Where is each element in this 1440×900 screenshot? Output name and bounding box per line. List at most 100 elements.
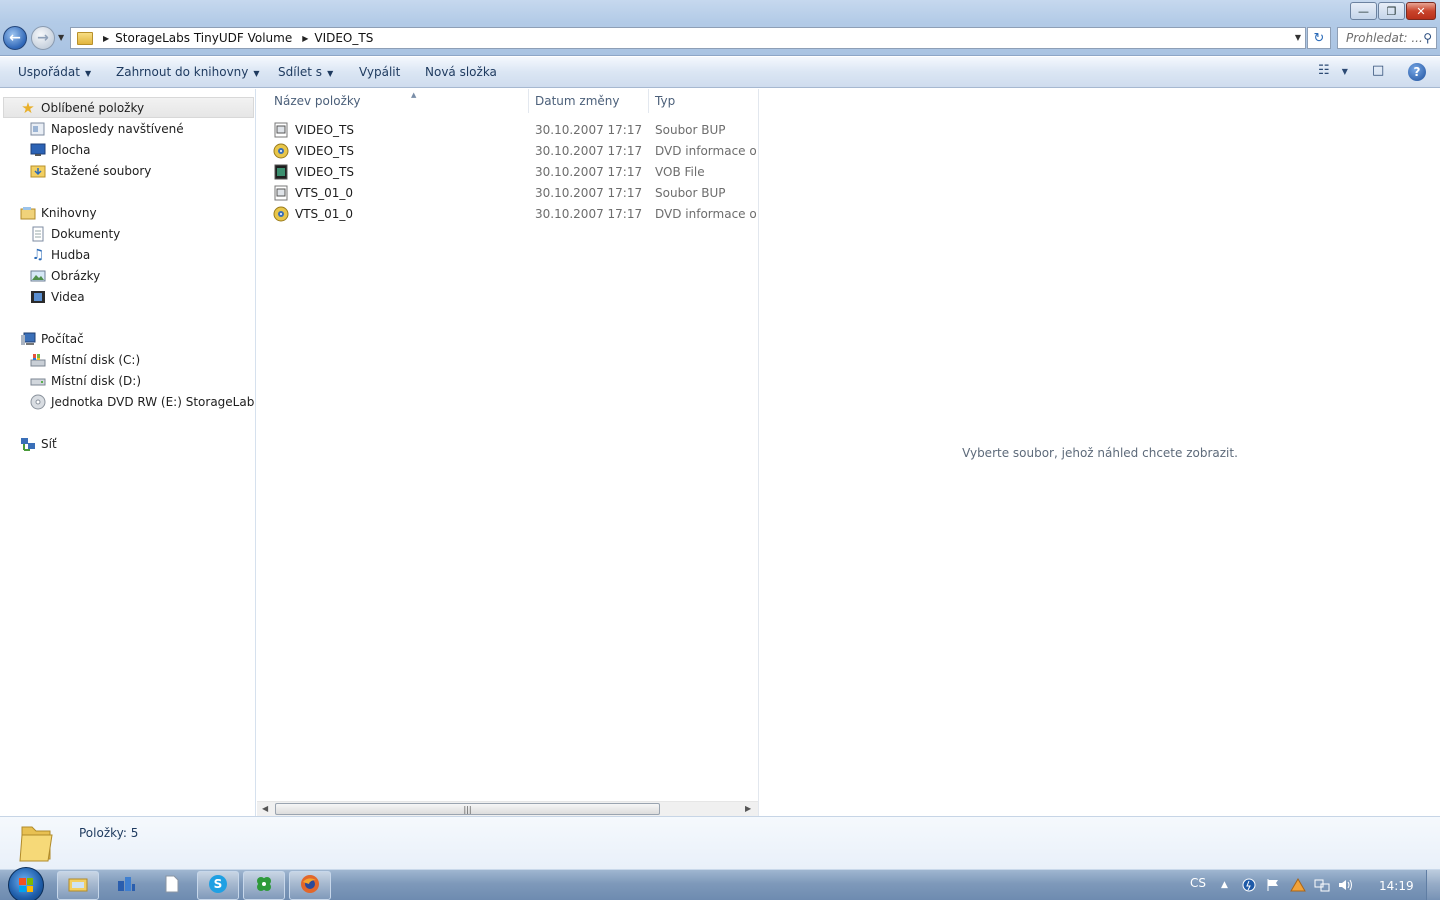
skype-icon: S [208,874,228,897]
organize-button[interactable]: Uspořádat ▼ [18,65,91,79]
column-header-date[interactable]: Datum změny [535,94,620,108]
nav-downloads[interactable]: Stažené soubory [0,160,255,181]
clover-icon [254,874,274,897]
nav-computer[interactable]: Počítač [0,328,255,349]
power-icon[interactable] [1242,878,1256,895]
taskbar-skype[interactable]: S [197,871,239,900]
scroll-right-icon[interactable]: ▶ [745,804,751,813]
windows-logo-icon [19,878,33,892]
taskbar-network-app[interactable] [105,871,147,900]
address-history-dropdown[interactable]: ▼ [1295,33,1301,42]
taskbar-document[interactable] [151,871,193,900]
new-folder-button[interactable]: Nová složka [425,65,497,79]
breadcrumb-volume[interactable]: StorageLabs TinyUDF Volume [115,31,292,45]
folder-icon [19,826,53,862]
recent-places-icon [30,121,46,137]
column-header-name[interactable]: Název položky ▲ [274,91,416,108]
documents-icon [30,226,46,242]
action-center-flag-icon[interactable] [1266,878,1280,895]
nav-libraries[interactable]: Knihovny [0,202,255,223]
nav-music[interactable]: ♫ Hudba [0,244,255,265]
window-controls: — ❐ ✕ [1350,2,1436,20]
horizontal-scrollbar[interactable]: ◀ ||| ▶ [257,801,758,816]
address-bar[interactable]: ▶ StorageLabs TinyUDF Volume ▶ VIDEO_TS … [70,27,1306,49]
file-row[interactable]: VTS_01_0 30.10.2007 17:17 Soubor BUP [273,182,757,203]
clock[interactable]: 14:19 [1379,879,1414,893]
share-with-button[interactable]: Sdílet s ▼ [278,65,333,79]
nav-desktop[interactable]: Plocha [0,139,255,160]
scrollbar-thumb[interactable]: ||| [275,803,660,815]
explorer-icon [68,876,88,895]
warning-icon[interactable] [1290,878,1306,895]
caret-down-icon: ▼ [327,69,334,78]
minimize-button[interactable]: — [1350,2,1377,20]
forward-button[interactable]: → [31,26,55,50]
scroll-left-icon[interactable]: ◀ [262,804,268,813]
taskbar-clover[interactable] [243,871,285,900]
caret-down-icon: ▼ [1341,67,1348,76]
burn-button[interactable]: Vypálit [359,65,400,79]
videos-icon [30,289,46,305]
navigation-pane: ★ Oblíbené položky Naposledy navštívené … [0,89,256,816]
network-icon [20,436,36,452]
chevron-right-icon[interactable]: ▶ [103,34,109,43]
start-button[interactable] [8,867,44,900]
libraries-icon [20,205,36,221]
desktop-icon [30,142,46,158]
back-button[interactable]: ← [3,26,27,50]
nav-drive-d[interactable]: Místní disk (D:) [0,370,255,391]
downloads-folder-icon [30,163,46,179]
vob-file-icon [273,164,289,180]
network-status-icon[interactable] [1314,878,1330,895]
nav-videos[interactable]: Videa [0,286,255,307]
nav-recent-places[interactable]: Naposledy navštívené [0,118,255,139]
blank-document-icon [164,875,180,896]
maximize-button[interactable]: ❐ [1378,2,1405,20]
taskbar-firefox[interactable] [289,871,331,900]
refresh-button[interactable]: ↻ [1307,27,1331,49]
file-row[interactable]: VIDEO_TS 30.10.2007 17:17 Soubor BUP [273,119,757,140]
column-divider[interactable] [648,89,649,113]
preview-message: Vyberte soubor, jehož náhled chcete zobr… [962,446,1238,460]
breadcrumb-video-ts[interactable]: VIDEO_TS [314,31,373,45]
preview-pane-button[interactable]: □ [1372,63,1384,78]
nav-documents[interactable]: Dokumenty [0,223,255,244]
show-hidden-icons-icon[interactable]: ▲ [1221,880,1228,890]
chevron-right-icon[interactable]: ▶ [302,34,308,43]
file-row[interactable]: VTS_01_0 30.10.2007 17:17 DVD informace … [273,203,759,224]
file-row[interactable]: VIDEO_TS 30.10.2007 17:17 VOB File [273,161,757,182]
close-button[interactable]: ✕ [1406,2,1436,20]
star-icon: ★ [21,98,35,117]
nav-drive-e[interactable]: Jednotka DVD RW (E:) StorageLabs TinyUDF… [0,391,255,412]
help-button[interactable]: ? [1408,63,1426,81]
view-options-button[interactable]: ☷ ▼ [1318,63,1348,78]
search-input[interactable]: Prohledat: ... ⚲ [1337,27,1437,49]
taskbar-explorer[interactable] [57,871,99,900]
search-icon[interactable]: ⚲ [1423,31,1432,45]
grip-icon: ||| [463,804,472,814]
language-indicator[interactable]: CS [1190,876,1206,890]
nav-pictures[interactable]: Obrázky [0,265,255,286]
nav-network[interactable]: Síť [0,433,255,454]
item-count: Položky: 5 [79,826,139,840]
file-list: Název položky ▲ Datum změny Typ VIDEO_TS… [257,89,759,801]
include-in-library-button[interactable]: Zahrnout do knihovny ▼ [116,65,260,79]
details-pane: Položky: 5 [0,816,1440,869]
file-row[interactable]: VIDEO_TS 30.10.2007 17:17 DVD informace … [273,140,759,161]
details-view-icon: ☷ [1318,63,1330,78]
arrow-right-icon: → [37,30,49,46]
pictures-icon [30,268,46,284]
volume-icon[interactable] [1338,878,1354,895]
column-header-type[interactable]: Typ [655,94,675,108]
nav-drive-c[interactable]: Místní disk (C:) [0,349,255,370]
show-desktop-button[interactable] [1426,870,1440,900]
column-divider[interactable] [528,89,529,113]
bup-file-icon [273,122,289,138]
folder-icon [77,31,93,45]
bup-file-icon [273,185,289,201]
nav-favorites[interactable]: ★ Oblíbené položky [3,97,254,118]
dvd-drive-icon [30,394,46,410]
recent-pages-dropdown[interactable]: ▼ [58,33,64,42]
caret-down-icon: ▼ [84,69,92,78]
preview-pane: Vyberte soubor, jehož náhled chcete zobr… [758,89,1440,816]
